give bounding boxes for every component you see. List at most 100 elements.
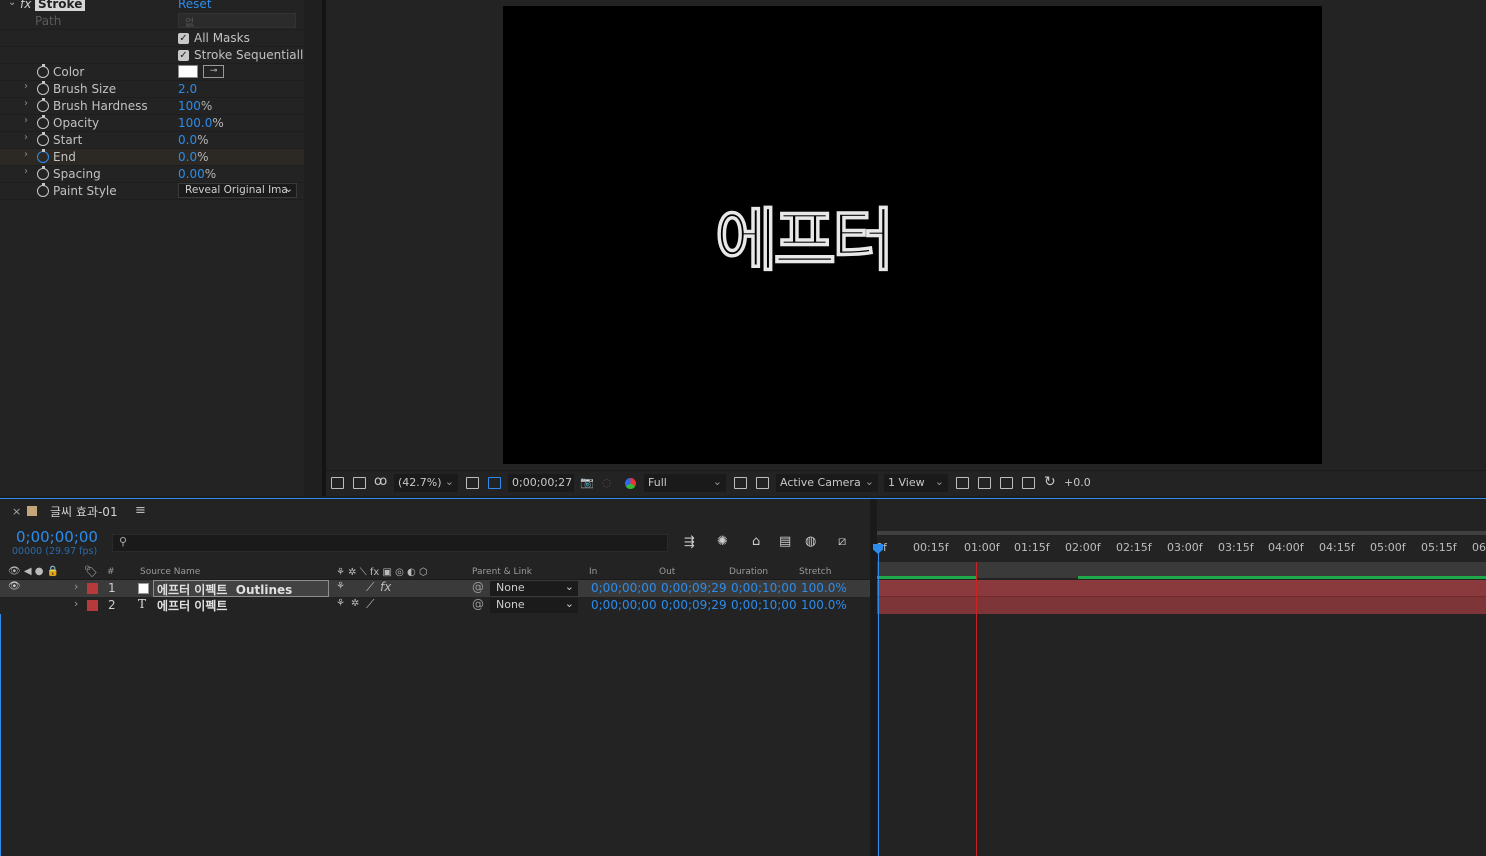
- expand-layer-icon[interactable]: ›: [74, 580, 78, 593]
- collapse-switch-icon[interactable]: ✲: [351, 598, 359, 609]
- monitor-icon[interactable]: [353, 477, 366, 489]
- in-point[interactable]: 0;00;00;00: [591, 581, 657, 595]
- stopwatch-icon[interactable]: [37, 132, 49, 146]
- pickwhip-icon[interactable]: @: [472, 597, 484, 611]
- pickwhip-icon[interactable]: @: [472, 580, 484, 594]
- num-header[interactable]: #: [107, 567, 115, 577]
- layer-label-color[interactable]: [87, 583, 98, 594]
- transparency-grid-icon[interactable]: [756, 477, 769, 489]
- frame-blending-icon[interactable]: ▤: [779, 534, 791, 549]
- param-value[interactable]: 0.00: [178, 167, 205, 181]
- current-time-field[interactable]: 0;00;00;27: [508, 474, 574, 492]
- param-value[interactable]: 2.0: [178, 82, 197, 96]
- all-masks-row[interactable]: ✓ All Masks: [0, 30, 304, 47]
- expand-arrow-icon[interactable]: ›: [24, 132, 28, 143]
- layer-row[interactable]: › 2 T 에프터 이펙트 ⚘ ✲ ⟋ @ None ⌄ 0;00;00;00 0…: [0, 597, 870, 614]
- layer-search-input[interactable]: ⚲: [112, 534, 668, 552]
- shy-switch-icon[interactable]: ⚘: [336, 598, 345, 609]
- color-swatch[interactable]: [178, 65, 198, 78]
- current-time-display[interactable]: 0;00;00;00: [16, 528, 98, 546]
- param-value[interactable]: 0.0: [178, 150, 197, 164]
- effect-header-row[interactable]: ⌄ fx Stroke Reset: [0, 0, 304, 12]
- mask-visibility-icon[interactable]: ꝏ: [374, 474, 387, 489]
- param-value[interactable]: 100.0: [178, 116, 212, 130]
- expand-arrow-icon[interactable]: ›: [24, 115, 28, 126]
- out-point[interactable]: 0;00;09;29: [661, 598, 727, 612]
- stopwatch-icon[interactable]: [37, 64, 49, 78]
- fast-previews-icon[interactable]: [978, 477, 991, 489]
- comp-tab-name[interactable]: 글씨 효과-01: [50, 503, 118, 520]
- stopwatch-icon[interactable]: [37, 166, 49, 180]
- show-snapshot-icon[interactable]: ◌: [602, 476, 612, 489]
- fx-switch-icon[interactable]: fx: [380, 580, 391, 594]
- stopwatch-icon[interactable]: [37, 115, 49, 129]
- quality-switch-icon[interactable]: ⟋: [366, 580, 374, 595]
- duration-value[interactable]: 0;00;10;00: [731, 581, 797, 595]
- time-navigator[interactable]: [877, 531, 1486, 535]
- toggle-pixel-aspect-icon[interactable]: [956, 477, 969, 489]
- composition-mini-flowchart-icon[interactable]: ⇶: [684, 535, 695, 550]
- exposure-value[interactable]: +0.0: [1064, 476, 1091, 489]
- panel-menu-icon[interactable]: ≡: [135, 503, 146, 518]
- out-point[interactable]: 0;00;09;29: [661, 581, 727, 595]
- in-header[interactable]: In: [589, 567, 597, 577]
- parent-dropdown[interactable]: None ⌄: [490, 580, 578, 596]
- expand-arrow-icon[interactable]: ›: [24, 81, 28, 92]
- stopwatch-active-icon[interactable]: [37, 149, 49, 163]
- timeline-icon[interactable]: [1000, 477, 1013, 489]
- source-name-header[interactable]: Source Name: [140, 567, 200, 577]
- param-value[interactable]: 100: [178, 99, 201, 113]
- reset-link[interactable]: Reset: [178, 0, 212, 11]
- zoom-dropdown[interactable]: (42.7%) ⌄: [394, 474, 458, 492]
- stopwatch-icon[interactable]: [37, 81, 49, 95]
- flowchart-icon[interactable]: [1022, 477, 1035, 489]
- stroke-sequentially-row[interactable]: ✓ Stroke Sequentiall: [0, 47, 304, 64]
- out-header[interactable]: Out: [659, 567, 675, 577]
- resolution-dropdown[interactable]: Full ⌄: [644, 474, 726, 492]
- effect-panel-scroll-area[interactable]: [304, 0, 322, 496]
- layer-label-color[interactable]: [87, 600, 98, 611]
- label-header-icon[interactable]: 🏷: [84, 565, 98, 578]
- stopwatch-icon[interactable]: [37, 98, 49, 112]
- eyedropper-icon[interactable]: ⊸: [203, 65, 224, 78]
- effect-name[interactable]: Stroke: [35, 0, 85, 11]
- stroke-sequentially-checkbox[interactable]: ✓: [178, 50, 189, 61]
- expand-layer-icon[interactable]: ›: [74, 597, 78, 610]
- close-tab-icon[interactable]: ×: [12, 505, 21, 518]
- stretch-header[interactable]: Stretch: [799, 567, 831, 577]
- camera-dropdown[interactable]: Active Camera ⌄: [776, 474, 878, 492]
- safe-area-icon[interactable]: [466, 477, 479, 489]
- duration-header[interactable]: Duration: [729, 567, 768, 577]
- expand-arrow-icon[interactable]: ›: [24, 149, 28, 160]
- parent-link-header[interactable]: Parent & Link: [472, 567, 532, 577]
- camera-snapshot-icon[interactable]: 📷: [580, 476, 594, 489]
- mask-path-icon[interactable]: [488, 477, 501, 489]
- stretch-value[interactable]: 100.0%: [801, 598, 847, 612]
- quality-switch-icon[interactable]: ⟋: [366, 597, 374, 612]
- region-of-interest-icon[interactable]: [734, 477, 747, 489]
- collapse-chevron-icon[interactable]: ⌄: [8, 0, 16, 8]
- layer-duration-bar[interactable]: [877, 597, 1486, 614]
- view-layout-dropdown[interactable]: 1 View ⌄: [884, 474, 948, 492]
- always-preview-icon[interactable]: [331, 477, 344, 489]
- paint-style-dropdown[interactable]: Reveal Original Ima ⌄: [178, 183, 297, 198]
- shy-layers-icon[interactable]: ⌂: [752, 534, 760, 549]
- layer-name[interactable]: 에프터 이펙트 Outlines: [153, 580, 329, 597]
- stretch-value[interactable]: 100.0%: [801, 581, 847, 595]
- parent-dropdown[interactable]: None ⌄: [490, 597, 578, 613]
- draft-3d-icon[interactable]: ✺: [717, 534, 728, 549]
- expand-arrow-icon[interactable]: ›: [24, 98, 28, 109]
- motion-blur-icon[interactable]: ◍: [805, 534, 816, 549]
- in-point[interactable]: 0;00;00;00: [591, 598, 657, 612]
- video-visibility-icon[interactable]: 👁: [8, 581, 21, 592]
- layer-row[interactable]: 👁 › 1 에프터 이펙트 Outlines ⚘ ⟋ fx @ None ⌄ 0;…: [0, 580, 870, 597]
- layer-duration-bar[interactable]: [877, 580, 1486, 597]
- playhead-line[interactable]: [878, 544, 879, 856]
- param-value[interactable]: 0.0: [178, 133, 197, 147]
- channel-icon[interactable]: [625, 478, 636, 489]
- stopwatch-icon[interactable]: [37, 183, 49, 197]
- duration-value[interactable]: 0;00;10;00: [731, 598, 797, 612]
- layer-name[interactable]: 에프터 이펙트: [157, 597, 227, 614]
- all-masks-checkbox[interactable]: ✓: [178, 33, 189, 44]
- shy-switch-icon[interactable]: ⚘: [336, 581, 345, 592]
